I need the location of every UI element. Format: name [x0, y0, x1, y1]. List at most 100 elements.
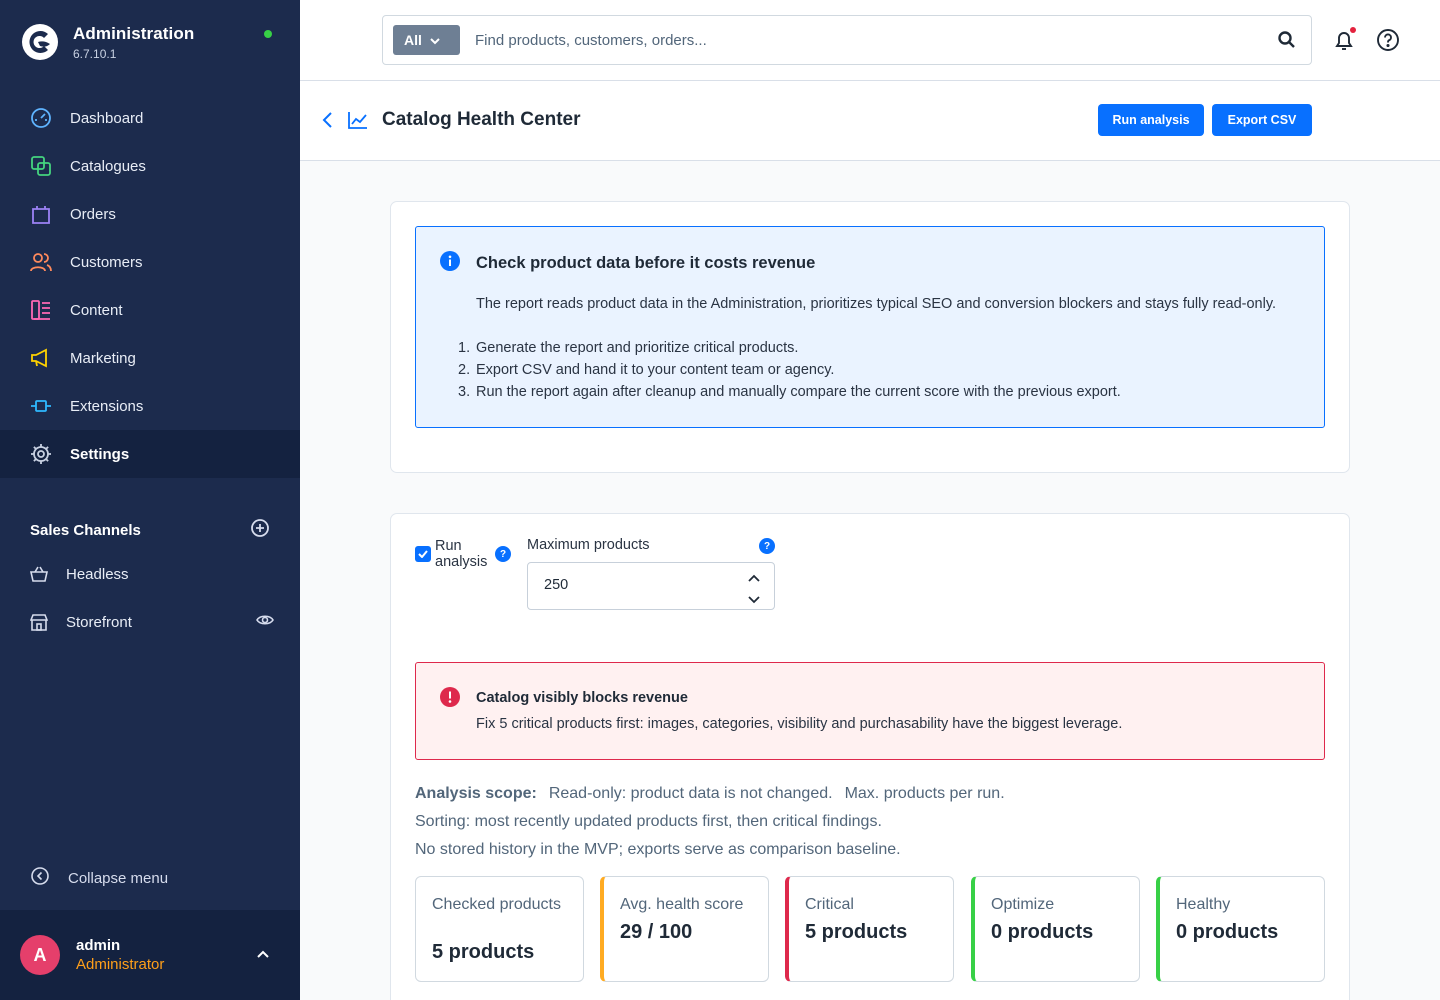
sidebar-item-label: Catalogues — [70, 157, 146, 175]
sales-channels-title: Sales Channels — [30, 521, 141, 539]
global-search: All — [382, 15, 1312, 65]
content-icon — [30, 299, 52, 321]
kpi-value: 5 products — [805, 921, 908, 943]
notifications-bell-icon[interactable] — [1332, 27, 1356, 57]
chevron-up-icon[interactable] — [256, 946, 270, 964]
run-analysis-toggle[interactable]: Run analysis — [415, 538, 495, 570]
run-analysis-checkbox[interactable] — [415, 546, 431, 562]
chevron-up-icon[interactable] — [748, 569, 760, 587]
kpi-optimize: Optimize 0 products — [971, 876, 1140, 982]
app-version: 6.7.10.1 — [73, 46, 117, 61]
channel-label: Storefront — [66, 613, 132, 631]
channel-item-storefront[interactable]: Storefront — [30, 602, 274, 642]
list-item: 3. Run the report again after cleanup and… — [458, 384, 1121, 400]
catalogue-icon — [30, 155, 52, 177]
help-question-icon[interactable]: ? — [495, 546, 511, 562]
shopping-bag-icon — [30, 203, 52, 225]
smart-bar: Catalog Health Center Run analysis Expor… — [300, 81, 1440, 161]
chevron-left-circle-icon — [30, 866, 50, 891]
sidebar-item-customers[interactable]: Customers — [0, 238, 300, 286]
dashboard-icon — [30, 107, 52, 129]
collapse-menu-label: Collapse menu — [68, 869, 169, 887]
brand-logo-icon[interactable] — [22, 24, 58, 60]
basket-icon — [30, 565, 48, 583]
eye-icon[interactable] — [256, 611, 274, 634]
kpi-healthy: Healthy 0 products — [1156, 876, 1325, 982]
kpi-value: 5 products — [432, 941, 535, 963]
kpi-label: Optimize — [991, 896, 1055, 913]
run-analysis-button[interactable]: Run analysis — [1098, 104, 1204, 136]
critical-alert-message: Fix 5 critical products first: images, c… — [476, 716, 1123, 732]
user-name: admin — [76, 937, 121, 954]
sidebar-item-label: Marketing — [70, 349, 136, 367]
export-csv-button[interactable]: Export CSV — [1212, 104, 1312, 136]
kpi-avg-health-score: Avg. health score 29 / 100 — [600, 876, 769, 982]
max-products-input[interactable] — [544, 577, 724, 593]
channel-item-headless[interactable]: Headless — [30, 554, 274, 594]
sidebar-item-content[interactable]: Content — [0, 286, 300, 334]
search-type-label: All — [404, 32, 422, 48]
topbar: All — [300, 0, 1440, 81]
status-dot — [264, 30, 272, 38]
scope-sorting: Sorting: most recently updated products … — [415, 813, 882, 830]
kpi-checked-products: Checked products 5 products — [415, 876, 584, 982]
intro-card: Check product data before it costs reven… — [390, 201, 1350, 473]
sales-channels-header: Sales Channels — [30, 510, 270, 550]
info-icon — [440, 251, 460, 276]
sidebar-item-extensions[interactable]: Extensions — [0, 382, 300, 430]
back-chevron-icon[interactable] — [320, 111, 336, 134]
info-alert-body: The report reads product data in the Adm… — [476, 296, 1277, 312]
user-panel[interactable]: A admin Administrator — [0, 910, 300, 1000]
sidebar-item-label: Customers — [70, 253, 143, 271]
max-products-field — [527, 562, 775, 610]
kpi-value: 0 products — [1176, 921, 1279, 943]
avatar: A — [20, 935, 60, 975]
info-alert: Check product data before it costs reven… — [415, 226, 1325, 428]
scope-label: Analysis scope: — [415, 785, 537, 802]
sidebar-item-label: Extensions — [70, 397, 144, 415]
scope-max: Max. products per run. — [844, 785, 1005, 802]
search-input[interactable] — [475, 26, 1255, 54]
help-question-icon[interactable]: ? — [759, 538, 775, 554]
analysis-scope: Analysis scope: Read-only: product data i… — [415, 780, 1325, 864]
analysis-card: Run analysis ? Maximum products ? Catalo… — [390, 513, 1350, 1000]
critical-alert-title: Catalog visibly blocks revenue — [476, 690, 688, 706]
kpi-value: 0 products — [991, 921, 1094, 943]
page-title: Catalog Health Center — [382, 109, 581, 130]
info-alert-title: Check product data before it costs reven… — [476, 254, 816, 272]
collapse-menu-button[interactable]: Collapse menu — [30, 860, 168, 896]
scope-readonly: Read-only: product data is not changed. — [548, 785, 833, 802]
sidebar-item-orders[interactable]: Orders — [0, 190, 300, 238]
megaphone-icon — [30, 347, 52, 369]
search-icon[interactable] — [1277, 30, 1297, 55]
kpi-label: Checked products — [432, 896, 561, 913]
scope-history: No stored history in the MVP; exports se… — [415, 841, 901, 858]
sidebar-item-catalogues[interactable]: Catalogues — [0, 142, 300, 190]
error-icon — [440, 687, 460, 712]
sidebar-item-dashboard[interactable]: Dashboard — [0, 94, 300, 142]
sidebar-item-settings[interactable]: Settings — [0, 430, 300, 478]
notification-badge — [1350, 27, 1356, 33]
storefront-icon — [30, 613, 48, 631]
sidebar-item-label: Dashboard — [70, 109, 144, 127]
sidebar: Administration 6.7.10.1 Dashboard Catalo… — [0, 0, 300, 1000]
add-channel-icon[interactable] — [250, 518, 270, 543]
sidebar-header: Administration 6.7.10.1 — [0, 0, 300, 84]
chevron-down-icon — [430, 32, 440, 48]
help-icon[interactable] — [1376, 28, 1400, 57]
channel-label: Headless — [66, 565, 129, 583]
gear-icon — [30, 443, 52, 465]
steps-list: 1. Generate the report and prioritize cri… — [458, 337, 1121, 403]
sidebar-item-marketing[interactable]: Marketing — [0, 334, 300, 382]
list-item: 1. Generate the report and prioritize cri… — [458, 340, 799, 356]
users-icon — [30, 251, 52, 273]
run-analysis-label: Run analysis — [435, 538, 488, 570]
sidebar-item-label: Content — [70, 301, 123, 319]
list-item: 2. Export CSV and hand it to your content… — [458, 362, 835, 378]
kpi-label: Critical — [805, 896, 854, 913]
plug-icon — [30, 395, 52, 417]
main-nav: Dashboard Catalogues Orders Customers Co… — [0, 94, 300, 478]
search-type-select[interactable]: All — [393, 25, 460, 55]
chevron-down-icon[interactable] — [748, 591, 760, 609]
app-title: Administration — [73, 23, 195, 43]
